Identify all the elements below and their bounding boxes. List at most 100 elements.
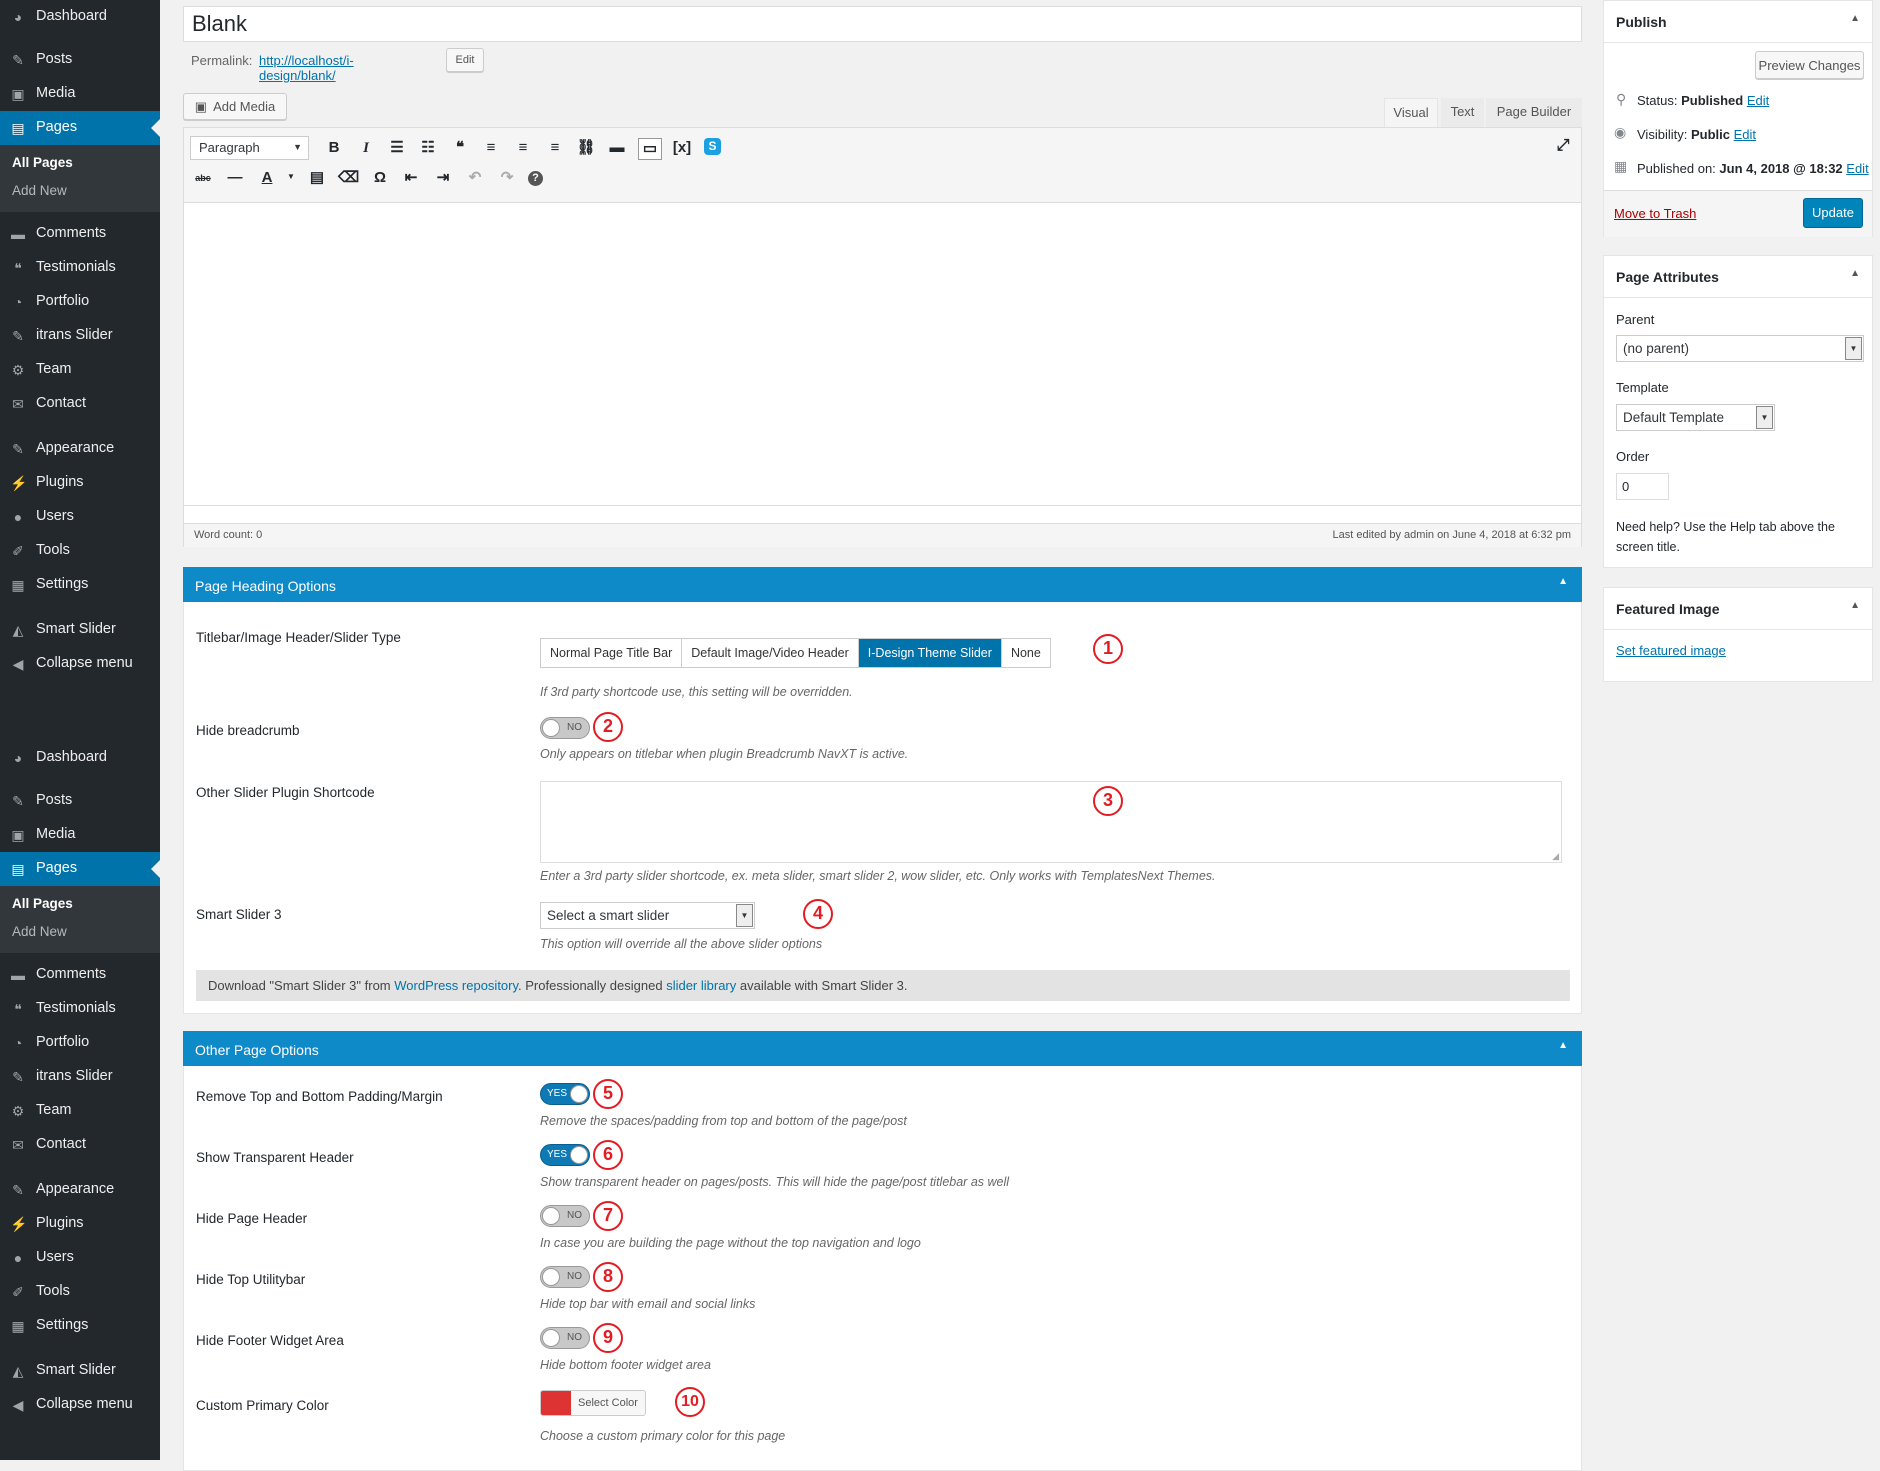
set-featured-image-link[interactable]: Set featured image: [1616, 643, 1726, 658]
color-picker-button[interactable]: Select Color: [540, 1390, 646, 1416]
indent-icon[interactable]: ⇥: [433, 168, 453, 188]
menu-item-appearance[interactable]: ✎ Appearance: [0, 432, 160, 466]
menu-item-plugins[interactable]: ⚡ Plugins: [0, 466, 160, 500]
paste-text-icon[interactable]: ▤: [307, 168, 327, 188]
move-to-trash-link[interactable]: Move to Trash: [1614, 206, 1696, 221]
menu-item-team[interactable]: ⚙ Team: [0, 353, 160, 387]
text-color-icon[interactable]: A: [257, 168, 277, 188]
page-attributes-header[interactable]: Page Attributes ▲: [1604, 256, 1872, 298]
menu-item-media[interactable]: ▣ Media: [0, 77, 160, 111]
redo-icon[interactable]: ↷: [497, 168, 517, 188]
align-left-icon[interactable]: ≡: [481, 138, 501, 158]
menu-item-contact[interactable]: ✉ Contact: [0, 387, 160, 421]
slider-type-option[interactable]: Normal Page Title Bar: [541, 639, 682, 667]
menu-item-settings[interactable]: ▦ Settings: [0, 568, 160, 602]
submenu-add-new[interactable]: Add New: [12, 183, 67, 198]
resize-handle-icon[interactable]: ◢: [1552, 851, 1559, 862]
read-more-icon[interactable]: ▬: [607, 138, 627, 158]
menu-item-itrans-slider[interactable]: ✎ itrans Slider: [0, 1060, 160, 1094]
collapse-arrow-icon[interactable]: ▲: [1850, 13, 1860, 24]
menu-item-testimonials[interactable]: ❝ Testimonials: [0, 992, 160, 1026]
skype-icon[interactable]: S: [704, 138, 721, 155]
submenu-all-pages[interactable]: All Pages: [12, 155, 73, 170]
slider-type-option[interactable]: I-Design Theme Slider: [857, 639, 1001, 667]
collapse-arrow-icon[interactable]: ▲: [1850, 600, 1860, 611]
menu-item-portfolio[interactable]: ◔ Portfolio: [0, 285, 160, 319]
menu-item-pages[interactable]: ▤ Pages: [0, 111, 160, 145]
option-toggle[interactable]: NO: [540, 1205, 590, 1227]
menu-item-pages[interactable]: ▤ Pages: [0, 852, 160, 886]
menu-item-collapse-menu[interactable]: ◀ Collapse menu: [0, 1388, 160, 1422]
menu-item-comments[interactable]: ▬ Comments: [0, 958, 160, 992]
italic-icon[interactable]: I: [356, 138, 376, 158]
numbered-list-icon[interactable]: ☷: [418, 138, 438, 158]
option-toggle[interactable]: NO: [540, 1266, 590, 1288]
visibility-edit-link[interactable]: Edit: [1734, 127, 1756, 142]
menu-item-contact[interactable]: ✉ Contact: [0, 1128, 160, 1162]
align-center-icon[interactable]: ≡: [513, 138, 533, 158]
update-button[interactable]: Update: [1803, 198, 1863, 228]
menu-item-appearance[interactable]: ✎ Appearance: [0, 1173, 160, 1207]
menu-item-users[interactable]: ● Users: [0, 500, 160, 534]
toolbar-toggle-icon[interactable]: ▭: [638, 138, 662, 160]
menu-item-smart-slider[interactable]: ◭ Smart Slider: [0, 613, 160, 647]
menu-item-comments[interactable]: ▬ Comments: [0, 217, 160, 251]
option-toggle[interactable]: YES: [540, 1144, 590, 1166]
permalink-url[interactable]: http://localhost/i-design/blank/: [259, 53, 354, 83]
slider-type-option[interactable]: Default Image/Video Header: [681, 639, 858, 667]
menu-item-settings[interactable]: ▦ Settings: [0, 1309, 160, 1343]
smart-slider-select[interactable]: Select a smart slider ▼: [540, 902, 755, 929]
parent-select[interactable]: (no parent) ▼: [1616, 335, 1864, 362]
date-edit-link[interactable]: Edit: [1846, 161, 1868, 176]
template-select[interactable]: Default Template ▼: [1616, 404, 1775, 431]
align-right-icon[interactable]: ≡: [545, 138, 565, 158]
special-char-icon[interactable]: Ω: [370, 168, 390, 188]
option-toggle[interactable]: YES: [540, 1083, 590, 1105]
preview-changes-button[interactable]: Preview Changes: [1755, 51, 1864, 79]
tab-page-builder[interactable]: Page Builder: [1486, 98, 1582, 127]
strikethrough-icon[interactable]: abc: [193, 168, 213, 188]
fullscreen-icon[interactable]: ⤢: [1553, 136, 1573, 156]
menu-item-plugins[interactable]: ⚡ Plugins: [0, 1207, 160, 1241]
other-options-header[interactable]: Other Page Options ▲: [183, 1031, 1582, 1066]
hide-breadcrumb-toggle[interactable]: NO: [540, 717, 590, 739]
format-select[interactable]: Paragraph ▼: [190, 136, 309, 160]
menu-item-smart-slider[interactable]: ◭ Smart Slider: [0, 1354, 160, 1388]
link-icon[interactable]: ⛓: [576, 138, 596, 158]
option-toggle[interactable]: NO: [540, 1327, 590, 1349]
add-media-button[interactable]: ▣ Add Media: [183, 93, 287, 120]
horizontal-line-icon[interactable]: —: [225, 168, 245, 188]
menu-item-posts[interactable]: ✎ Posts: [0, 784, 160, 818]
title-input[interactable]: Blank: [183, 6, 1582, 42]
chevron-down-icon[interactable]: ▼: [287, 172, 295, 181]
permalink-edit-button[interactable]: Edit: [446, 48, 484, 72]
menu-item-posts[interactable]: ✎ Posts: [0, 43, 160, 77]
menu-item-collapse-menu[interactable]: ◀ Collapse menu: [0, 647, 160, 681]
blockquote-icon[interactable]: ❝: [450, 138, 470, 158]
menu-item-team[interactable]: ⚙ Team: [0, 1094, 160, 1128]
submenu-all-pages[interactable]: All Pages: [12, 896, 73, 911]
bold-icon[interactable]: B: [324, 138, 344, 158]
collapse-arrow-icon[interactable]: ▲: [1558, 576, 1568, 587]
page-heading-header[interactable]: Page Heading Options ▲: [183, 567, 1582, 602]
publish-header[interactable]: Publish ▲: [1604, 1, 1872, 43]
shortcode-icon[interactable]: [x]: [672, 138, 692, 158]
menu-item-media[interactable]: ▣ Media: [0, 818, 160, 852]
submenu-add-new[interactable]: Add New: [12, 924, 67, 939]
menu-item-testimonials[interactable]: ❝ Testimonials: [0, 251, 160, 285]
collapse-arrow-icon[interactable]: ▲: [1558, 1040, 1568, 1051]
menu-item-portfolio[interactable]: ◔ Portfolio: [0, 1026, 160, 1060]
help-icon[interactable]: ?: [528, 171, 543, 186]
collapse-arrow-icon[interactable]: ▲: [1850, 268, 1860, 279]
menu-item-users[interactable]: ● Users: [0, 1241, 160, 1275]
menu-item-tools[interactable]: ✐ Tools: [0, 1275, 160, 1309]
slider-type-option[interactable]: None: [1000, 639, 1050, 667]
tab-text[interactable]: Text: [1441, 98, 1484, 127]
undo-icon[interactable]: ↶: [465, 168, 485, 188]
other-slider-textarea[interactable]: ◢: [540, 781, 1562, 863]
bullet-list-icon[interactable]: ☰: [387, 138, 407, 158]
order-input[interactable]: 0: [1616, 473, 1669, 500]
status-edit-link[interactable]: Edit: [1747, 93, 1769, 108]
clear-format-icon[interactable]: ⌫: [338, 168, 359, 188]
tab-visual[interactable]: Visual: [1384, 98, 1438, 127]
